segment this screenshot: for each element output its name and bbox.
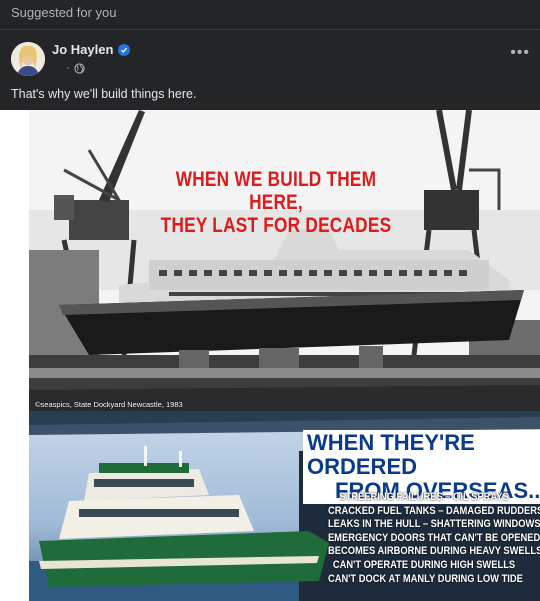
issues-list: STREERING FAILURES – OIL SPRAYS CRACKED … [327,491,540,586]
headline-top: WHEN WE BUILD THEM HERE, THEY LAST FOR D… [153,168,399,237]
headline-bottom-line1: WHEN THEY'RE ORDERED [307,430,475,479]
verified-badge-icon [118,43,131,56]
poster: WHEN WE BUILD THEM HERE, THEY LAST FOR D… [29,110,540,601]
more-options-icon[interactable]: ••• [510,44,530,62]
author-name[interactable]: Jo Haylen [52,42,113,57]
dockyard-illustration [29,110,540,411]
dockyard-photo: WHEN WE BUILD THEM HERE, THEY LAST FOR D… [29,110,540,411]
issue-item: CRACKED FUEL TANKS – DAMAGED RUDDERS [327,504,540,517]
issue-item: EMERGENCY DOORS THAT CAN'T BE OPENED [327,531,540,544]
meta-separator: · [66,62,70,74]
issue-item: CAN'T OPERATE DURING HIGH SWELLS [332,558,516,571]
headline-top-line1: WHEN WE BUILD THEM HERE, [175,168,377,214]
post-meta: · [66,62,85,74]
author-avatar[interactable] [11,42,45,76]
post-header: Jo Haylen · ••• [0,30,540,84]
post-image[interactable]: WHEN WE BUILD THEM HERE, THEY LAST FOR D… [0,110,540,601]
photo-credit: ©seaspics, State Dockyard Newcastle, 198… [35,400,183,409]
issue-item: BECOMES AIRBORNE DURING HEAVY SWELLS [327,545,540,558]
suggested-label: Suggested for you [0,0,540,30]
issue-item: LEAKS IN THE HULL – SHATTERING WINDOWS [327,518,540,531]
headline-top-line2: THEY LAST FOR DECADES [160,214,392,237]
issue-item: CAN'T DOCK AT MANLY DURING LOW TIDE [327,572,523,585]
globe-icon[interactable] [74,62,85,74]
post-caption: That's why we'll build things here. [11,87,197,101]
issue-item: STREERING FAILURES – OIL SPRAYS [339,491,509,503]
avatar-image [11,42,45,76]
